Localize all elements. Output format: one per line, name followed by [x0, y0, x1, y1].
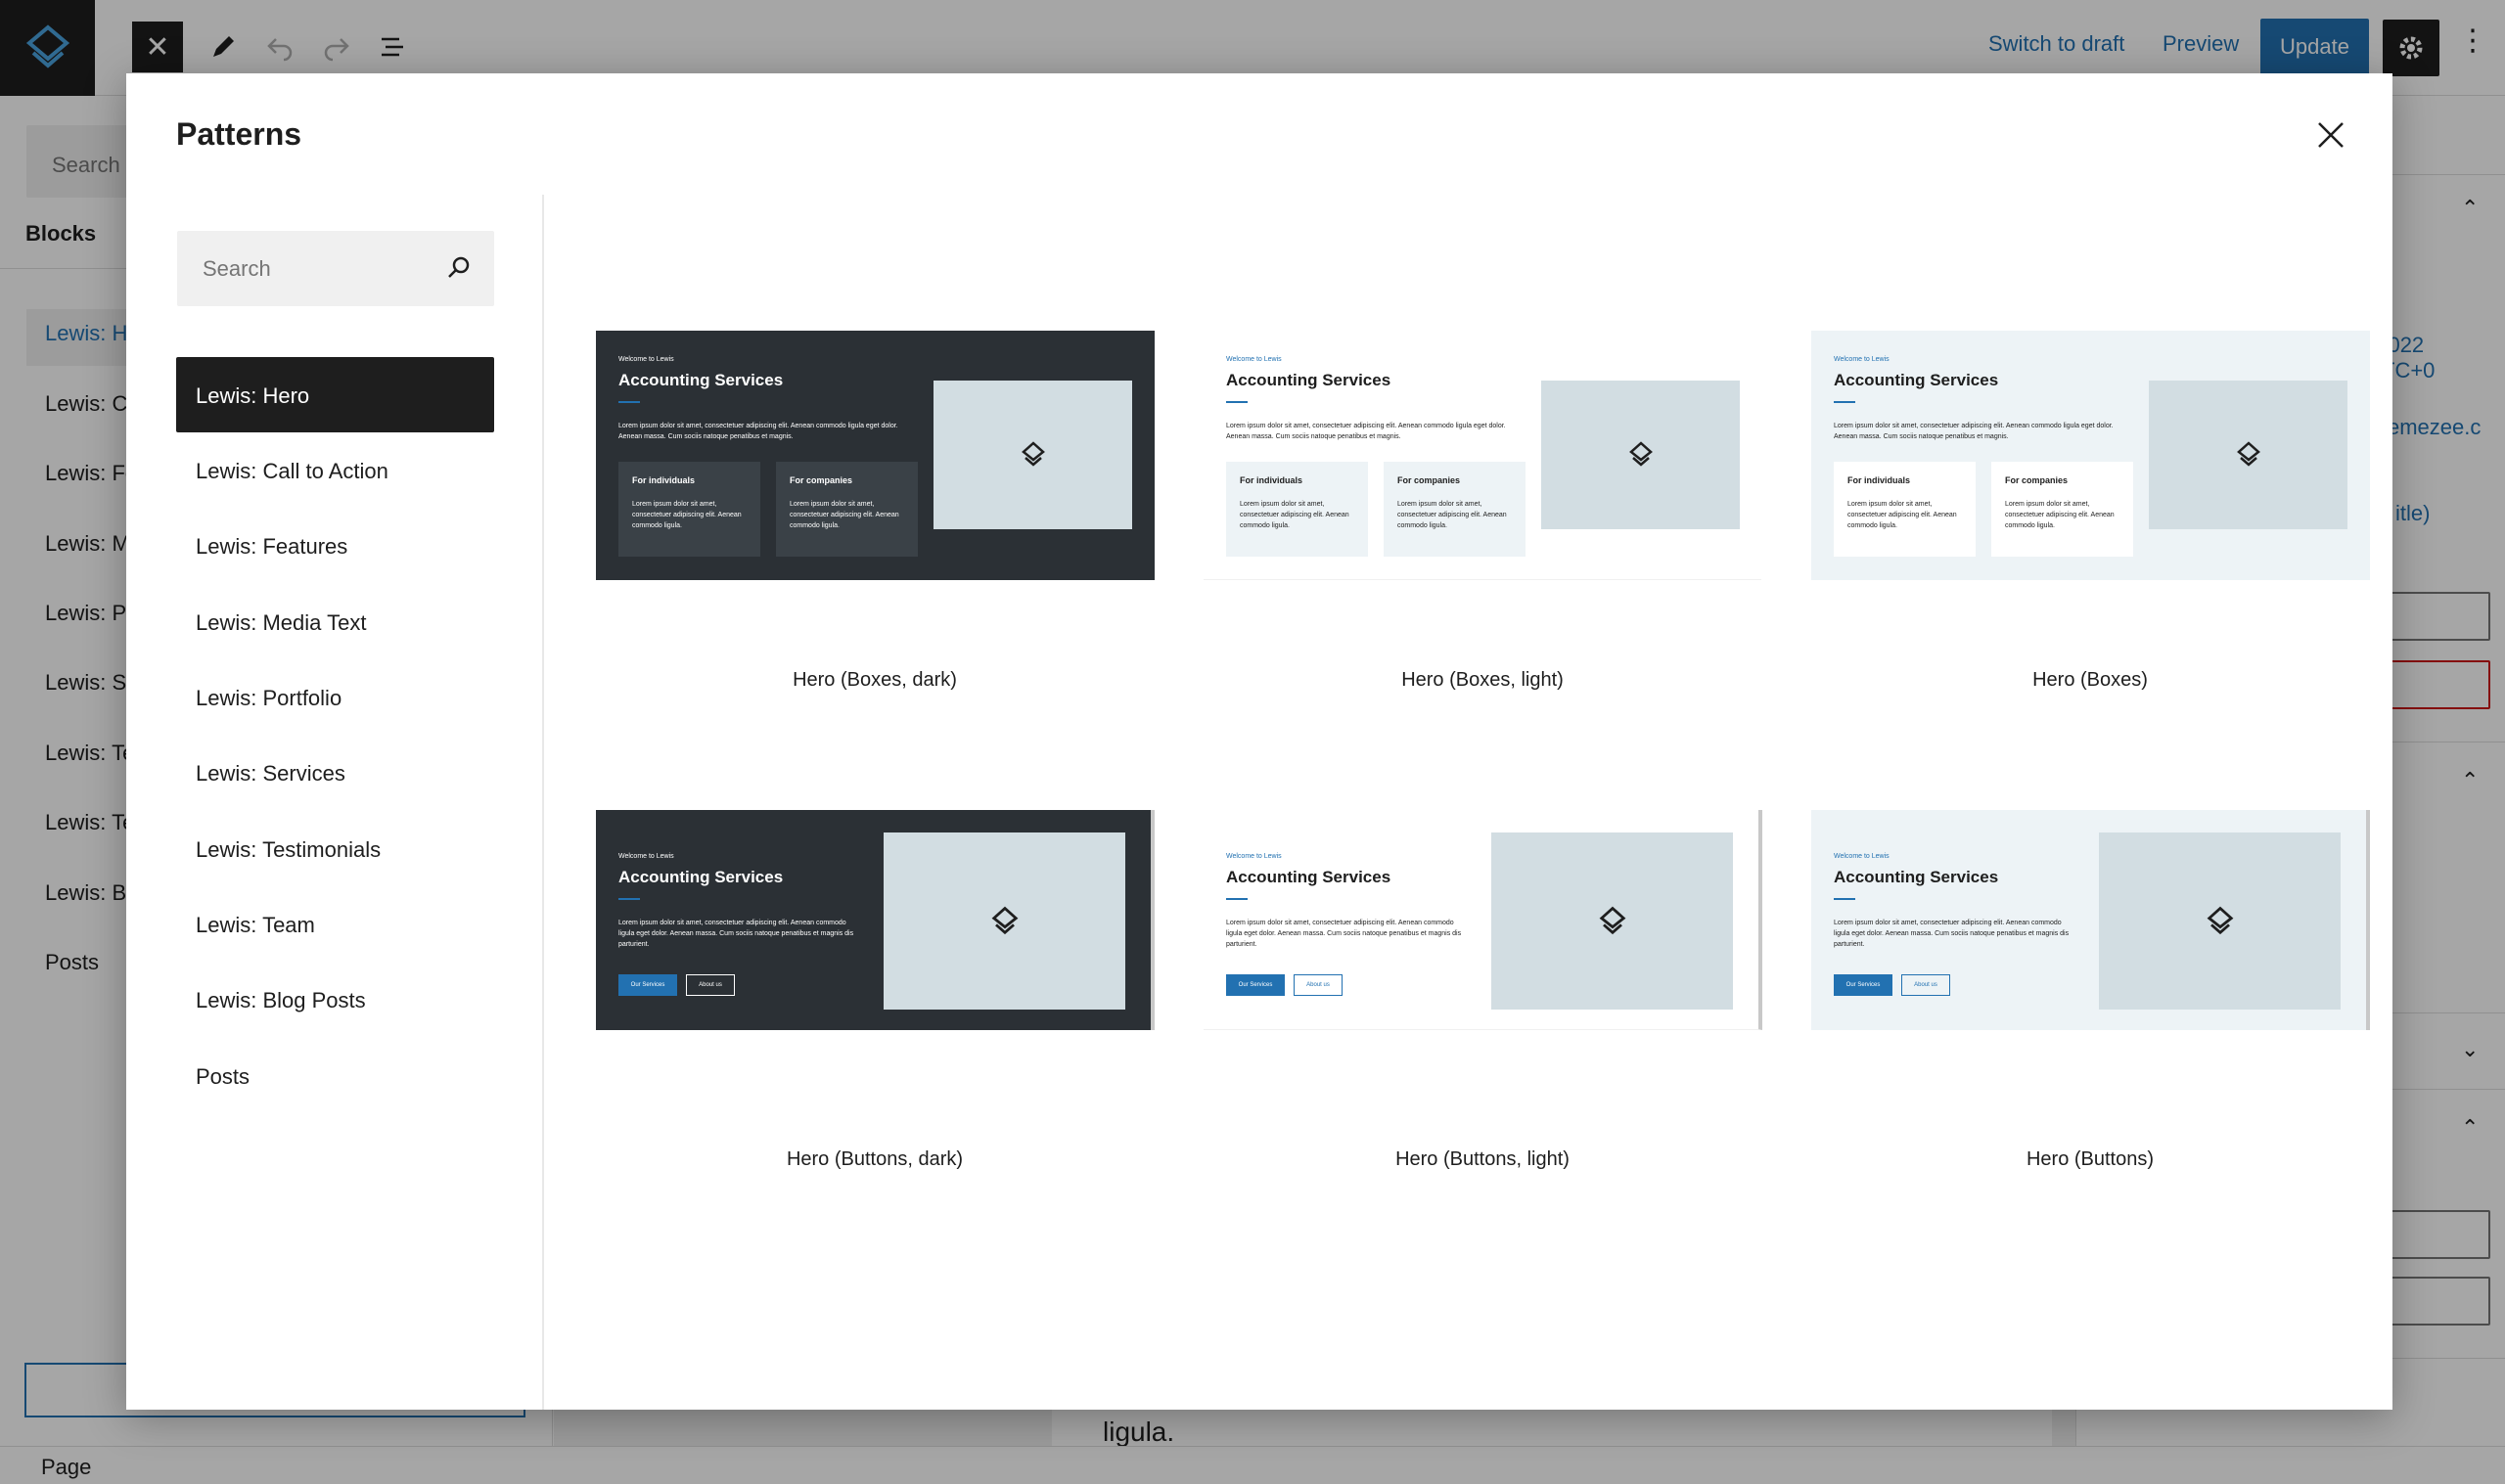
preview-rule [1226, 401, 1248, 403]
pattern-preview: Welcome to Lewis Accounting Services Lor… [1204, 331, 1761, 580]
preview-image-placeholder [884, 832, 1125, 1010]
preview-text: Lorem ipsum dolor sit amet, consectetuer… [618, 423, 898, 440]
preview-heading: Accounting Services [1834, 868, 1999, 886]
preview-text: Lorem ipsum dolor sit amet, consectetuer… [1226, 920, 1462, 948]
preview-box: For individuals Lorem ipsum dolor sit am… [1834, 462, 1976, 557]
preview-rule [1834, 898, 1855, 900]
preview-secondary-button: About us [1294, 974, 1343, 996]
preview-box-title: For companies [2005, 475, 2069, 485]
preview-eyebrow: Welcome to Lewis [618, 853, 674, 860]
preview-primary-button: Our Services [1834, 974, 1892, 996]
pattern-title: Hero (Buttons, dark) [786, 1148, 964, 1170]
preview-rule [1226, 898, 1248, 900]
pattern-title: Hero (Buttons, light) [1395, 1148, 1570, 1170]
preview-box-title: For companies [790, 475, 853, 485]
preview-text: Lorem ipsum dolor sit amet, consectetuer… [1226, 423, 1506, 440]
search-icon[interactable] [443, 252, 475, 284]
preview-secondary-button: About us [1901, 974, 1950, 996]
close-icon [2318, 122, 2344, 148]
preview-secondary-button: About us [686, 974, 735, 996]
preview-eyebrow: Welcome to Lewis [1834, 853, 1890, 860]
preview-box: For individuals Lorem ipsum dolor sit am… [618, 462, 760, 557]
category-lewis-call-to-action[interactable]: Lewis: Call to Action [176, 432, 494, 508]
preview-box: For companies Lorem ipsum dolor sit amet… [776, 462, 918, 557]
preview-box-text: Lorem ipsum dolor sit amet, consectetuer… [632, 501, 742, 529]
layers-icon [2236, 441, 2260, 467]
preview-eyebrow: Welcome to Lewis [618, 356, 674, 363]
layers-icon [1021, 441, 1045, 467]
preview-box: For companies Lorem ipsum dolor sit amet… [1991, 462, 2133, 557]
preview-rule [618, 401, 640, 403]
preview-heading: Accounting Services [618, 868, 784, 886]
preview-image-placeholder [2149, 381, 2347, 529]
preview-image-placeholder [1541, 381, 1740, 529]
modal-close-button[interactable] [2306, 111, 2355, 159]
preview-box-title: For individuals [1240, 475, 1303, 485]
preview-heading: Accounting Services [1834, 371, 1999, 389]
modal-title: Patterns [176, 116, 302, 152]
preview-eyebrow: Welcome to Lewis [1226, 853, 1282, 860]
pattern-grid: Welcome to Lewis Accounting Services Lor… [568, 195, 2392, 1410]
preview-box: For individuals Lorem ipsum dolor sit am… [1226, 462, 1368, 557]
preview-box-text: Lorem ipsum dolor sit amet, consectetuer… [1847, 501, 1957, 529]
preview-heading: Accounting Services [1226, 371, 1391, 389]
preview-heading: Accounting Services [618, 371, 784, 389]
pattern-title: Hero (Boxes, dark) [793, 669, 957, 691]
category-posts[interactable]: Posts [176, 1038, 494, 1113]
pattern-preview: Welcome to Lewis Accounting Services Lor… [1204, 810, 1762, 1030]
preview-primary-button: Our Services [618, 974, 677, 996]
preview-box-title: For companies [1397, 475, 1461, 485]
category-lewis-services[interactable]: Lewis: Services [176, 735, 494, 810]
preview-text: Lorem ipsum dolor sit amet, consectetuer… [618, 920, 854, 948]
preview-rule [1834, 401, 1855, 403]
layers-icon [2207, 906, 2233, 934]
category-lewis-blog-posts[interactable]: Lewis: Blog Posts [176, 962, 494, 1037]
layers-icon [1599, 906, 1625, 934]
preview-heading: Accounting Services [1226, 868, 1391, 886]
preview-text: Lorem ipsum dolor sit amet, consectetuer… [1834, 423, 2114, 440]
preview-box-text: Lorem ipsum dolor sit amet, consectetuer… [1240, 501, 1349, 529]
category-lewis-portfolio[interactable]: Lewis: Portfolio [176, 659, 494, 735]
pattern-search-input[interactable] [177, 231, 441, 306]
category-lewis-media-text[interactable]: Lewis: Media Text [176, 584, 494, 659]
pattern-preview: Welcome to Lewis Accounting Services Lor… [596, 331, 1155, 580]
preview-rule [618, 898, 640, 900]
preview-box-title: For individuals [632, 475, 696, 485]
patterns-modal: Patterns Lewis: Hero Lewis: Call to Acti… [126, 73, 2392, 1410]
pattern-preview: Welcome to Lewis Accounting Services Lor… [1811, 810, 2370, 1030]
layers-icon [1628, 441, 1653, 467]
preview-image-placeholder [1491, 832, 1733, 1010]
preview-box-text: Lorem ipsum dolor sit amet, consectetuer… [790, 501, 899, 529]
pattern-title: Hero (Boxes) [2032, 669, 2148, 691]
preview-box-text: Lorem ipsum dolor sit amet, consectetuer… [2005, 501, 2115, 529]
preview-eyebrow: Welcome to Lewis [1834, 356, 1890, 363]
category-lewis-hero[interactable]: Lewis: Hero [176, 357, 494, 432]
preview-image-placeholder [934, 381, 1132, 529]
pattern-preview: Welcome to Lewis Accounting Services Lor… [1811, 331, 2370, 580]
pattern-title: Hero (Buttons) [2026, 1148, 2155, 1170]
preview-primary-button: Our Services [1226, 974, 1285, 996]
pattern-title: Hero (Boxes, light) [1401, 669, 1564, 691]
preview-eyebrow: Welcome to Lewis [1226, 356, 1282, 363]
category-lewis-testimonials[interactable]: Lewis: Testimonials [176, 811, 494, 886]
preview-box-title: For individuals [1847, 475, 1911, 485]
pattern-search [177, 231, 494, 306]
layers-icon [991, 906, 1018, 934]
preview-text: Lorem ipsum dolor sit amet, consectetuer… [1834, 920, 2070, 948]
preview-box: For companies Lorem ipsum dolor sit amet… [1384, 462, 1526, 557]
category-lewis-features[interactable]: Lewis: Features [176, 508, 494, 583]
category-lewis-team[interactable]: Lewis: Team [176, 886, 494, 962]
pattern-preview: Welcome to Lewis Accounting Services Lor… [596, 810, 1155, 1030]
preview-image-placeholder [2099, 832, 2341, 1010]
preview-box-text: Lorem ipsum dolor sit amet, consectetuer… [1397, 501, 1507, 529]
